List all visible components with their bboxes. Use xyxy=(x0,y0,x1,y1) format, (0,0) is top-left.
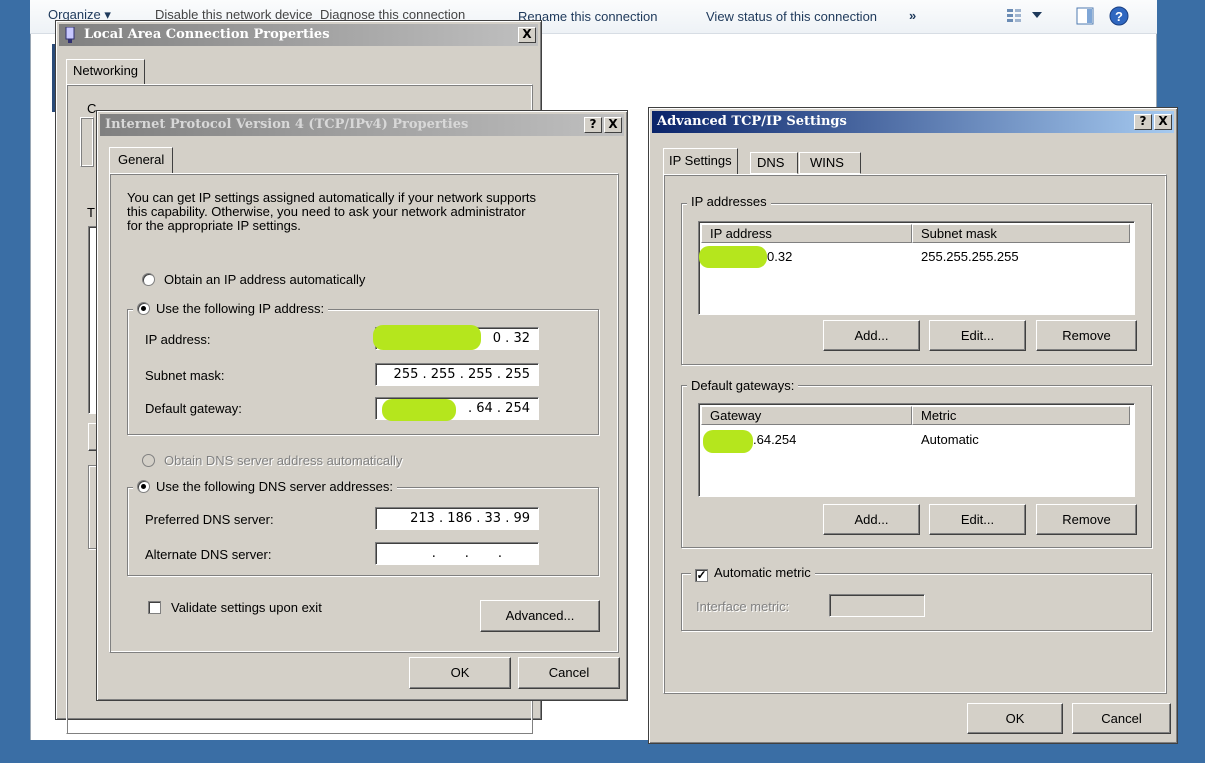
ipv4-title: Internet Protocol Version 4 (TCP/IPv4) P… xyxy=(105,117,469,132)
subnet-mask-column-header[interactable]: Subnet mask xyxy=(912,224,1130,243)
connect-using-label: C xyxy=(87,101,97,116)
view-dropdown-icon[interactable] xyxy=(1032,12,1042,20)
lac-titlebar: Local Area Connection Properties X xyxy=(59,24,538,46)
validate-checkbox[interactable] xyxy=(148,601,161,614)
alternate-dns-field[interactable]: . . . xyxy=(375,542,539,565)
obtain-ip-auto-label: Obtain an IP address automatically xyxy=(164,272,366,287)
adv-cancel-button[interactable]: Cancel xyxy=(1072,703,1171,734)
default-gateway-label: Default gateway: xyxy=(145,401,242,416)
adv-close-button[interactable]: X xyxy=(1154,114,1172,130)
ipv4-close-button[interactable]: X xyxy=(604,117,622,133)
use-following-dns-radio[interactable] xyxy=(137,480,150,493)
ip-address-redaction xyxy=(373,325,481,350)
preferred-dns-field[interactable]: 213 . 186 . 33 . 99 xyxy=(375,507,539,530)
tab-dns[interactable]: DNS xyxy=(750,152,798,174)
change-view-icon[interactable] xyxy=(1006,8,1022,24)
interface-metric-field[interactable] xyxy=(829,594,925,617)
ip-addresses-list[interactable]: IP address Subnet mask 0.32 255.255.255.… xyxy=(698,221,1135,315)
metric-column-header[interactable]: Metric xyxy=(912,406,1130,425)
advanced-button[interactable]: Advanced... xyxy=(480,600,600,632)
alternate-dns-label: Alternate DNS server: xyxy=(145,547,272,562)
use-following-ip-option: Use the following IP address: xyxy=(133,301,329,316)
advanced-tcpip-dialog: Advanced TCP/IP Settings ? X IP Settings… xyxy=(648,107,1178,744)
use-following-dns-option: Use the following DNS server addresses: xyxy=(133,479,397,494)
ipv4-ok-button[interactable]: OK xyxy=(409,657,511,689)
ipv4-description: You can get IP settings assigned automat… xyxy=(127,190,537,233)
automatic-metric-option: ✓ Automatic metric xyxy=(691,565,815,582)
ip-row-redaction xyxy=(699,246,767,268)
tab-networking[interactable]: Networking xyxy=(66,59,146,85)
gateway-row-redaction xyxy=(703,430,753,453)
subnet-mask-field[interactable]: 255 . 255 . 255 . 255 xyxy=(375,363,539,386)
adv-titlebar: Advanced TCP/IP Settings ? X xyxy=(652,111,1174,133)
lac-title: Local Area Connection Properties xyxy=(84,27,330,42)
obtain-dns-auto-radio[interactable] xyxy=(142,454,155,467)
connection-items-label: T xyxy=(87,205,95,220)
ipv4-help-button[interactable]: ? xyxy=(584,117,602,133)
gateways-list[interactable]: Gateway Metric .64.254 Automatic xyxy=(698,403,1135,497)
obtain-ip-auto-radio[interactable] xyxy=(142,273,155,286)
adv-help-button[interactable]: ? xyxy=(1134,114,1152,130)
network-adapter-icon xyxy=(65,27,75,43)
automatic-metric-checkbox[interactable]: ✓ xyxy=(695,569,708,582)
ip-add-button[interactable]: Add... xyxy=(823,320,920,351)
ipv4-properties-dialog: Internet Protocol Version 4 (TCP/IPv4) P… xyxy=(96,110,628,701)
tab-wins[interactable]: WINS xyxy=(799,152,861,174)
gateways-label: Default gateways: xyxy=(687,378,799,393)
adv-ok-button[interactable]: OK xyxy=(967,703,1063,734)
adv-title: Advanced TCP/IP Settings xyxy=(657,114,847,129)
svg-text:?: ? xyxy=(1115,9,1123,24)
help-icon[interactable]: ? xyxy=(1109,6,1129,26)
interface-metric-label: Interface metric: xyxy=(696,599,790,614)
more-commands-button[interactable]: » xyxy=(909,8,916,23)
gateway-row-metric[interactable]: Automatic xyxy=(921,431,979,448)
ipv4-cancel-button[interactable]: Cancel xyxy=(518,657,620,689)
gw-remove-button[interactable]: Remove xyxy=(1036,504,1137,535)
obtain-dns-auto-label: Obtain DNS server address automatically xyxy=(164,453,403,468)
adapter-box xyxy=(80,117,94,167)
ip-addresses-label: IP addresses xyxy=(687,194,771,209)
subnet-mask-label: Subnet mask: xyxy=(145,368,225,383)
ip-remove-button[interactable]: Remove xyxy=(1036,320,1137,351)
ipv4-titlebar: Internet Protocol Version 4 (TCP/IPv4) P… xyxy=(100,114,624,136)
use-following-ip-radio[interactable] xyxy=(137,302,150,315)
validate-label: Validate settings upon exit xyxy=(171,600,322,615)
ip-edit-button[interactable]: Edit... xyxy=(929,320,1026,351)
gw-add-button[interactable]: Add... xyxy=(823,504,920,535)
tab-ip-settings[interactable]: IP Settings xyxy=(663,148,738,176)
gw-edit-button[interactable]: Edit... xyxy=(929,504,1026,535)
gateway-column-header[interactable]: Gateway xyxy=(701,406,912,425)
gateway-redaction xyxy=(382,399,456,421)
view-status-button[interactable]: View status of this connection xyxy=(706,9,877,24)
ip-row-mask[interactable]: 255.255.255.255 xyxy=(921,248,1019,265)
tab-general[interactable]: General xyxy=(109,147,174,175)
lac-close-button[interactable]: X xyxy=(518,27,536,43)
preview-pane-icon[interactable] xyxy=(1076,7,1094,25)
ip-address-label: IP address: xyxy=(145,332,211,347)
preferred-dns-label: Preferred DNS server: xyxy=(145,512,274,527)
ip-address-column-header[interactable]: IP address xyxy=(701,224,912,243)
